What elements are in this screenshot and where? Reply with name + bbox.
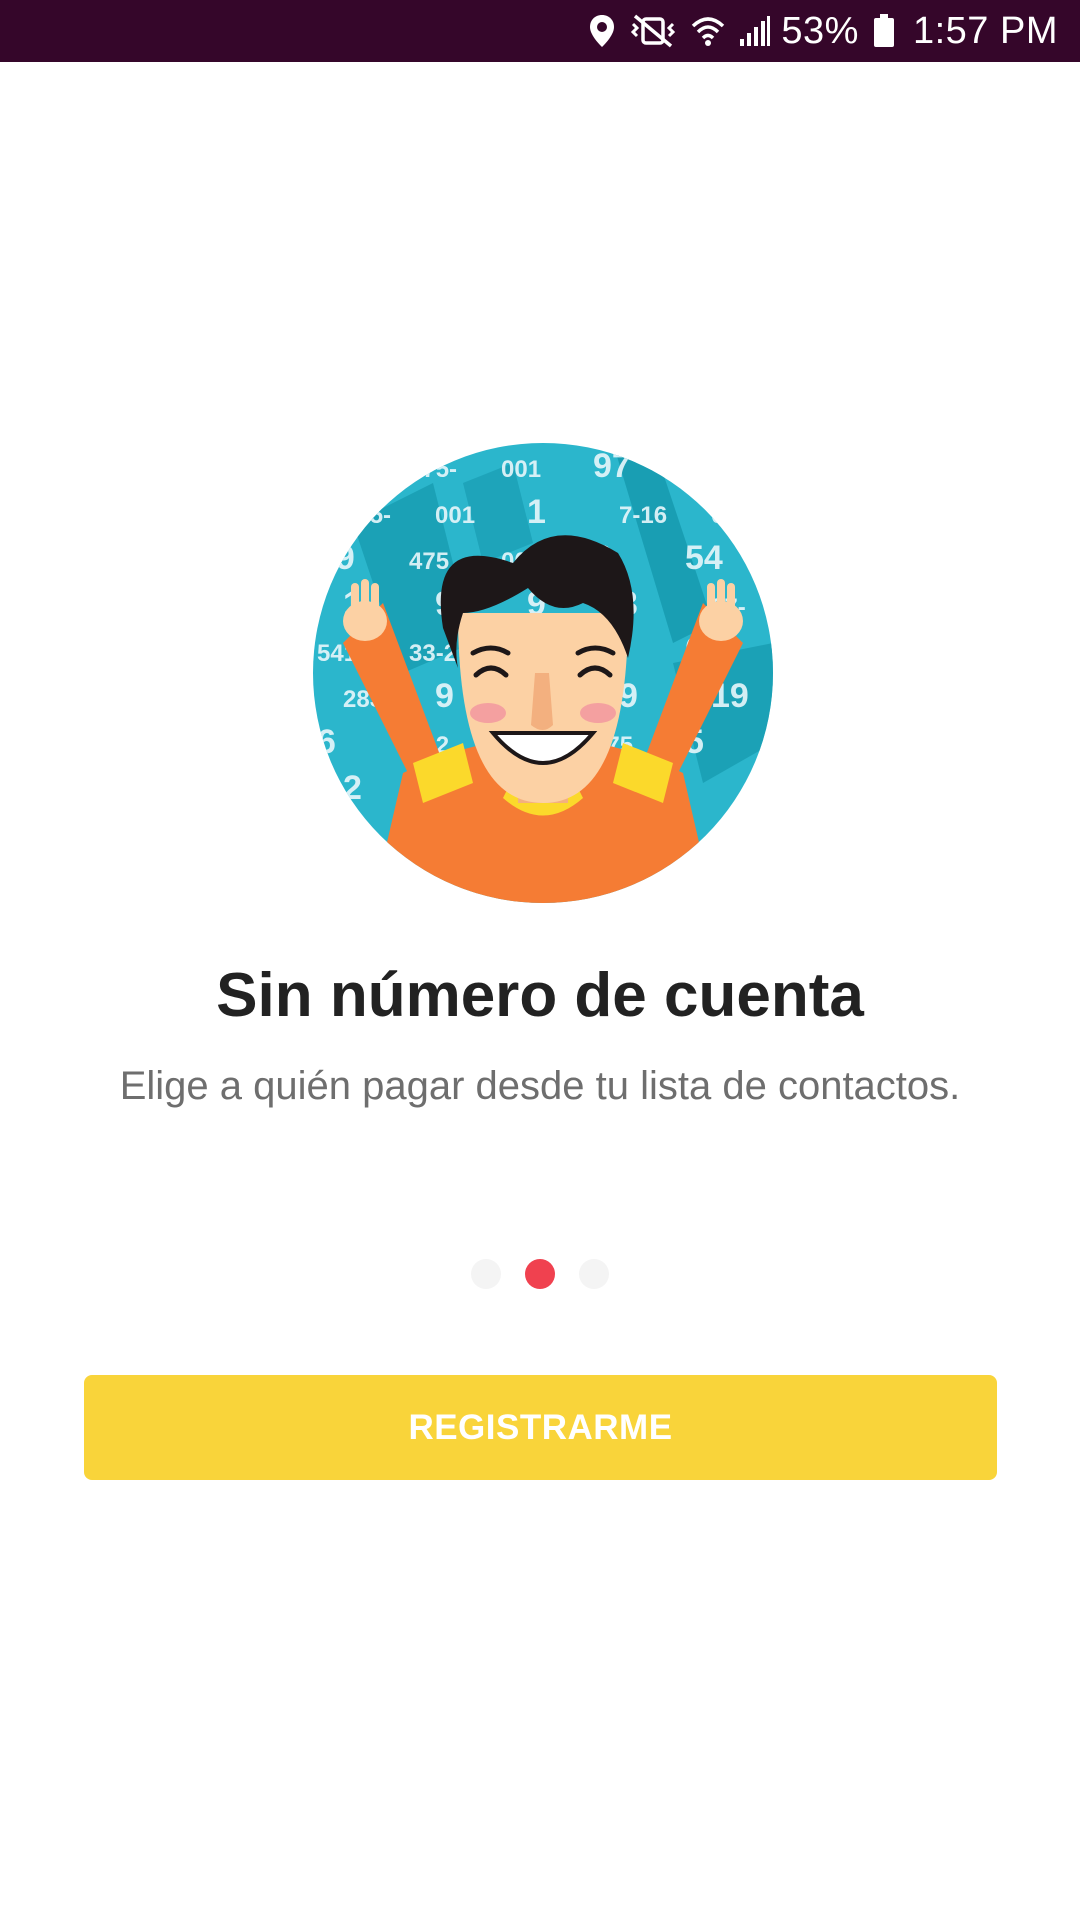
illustration-number: 001 bbox=[435, 502, 475, 529]
pager-indicator[interactable] bbox=[0, 1258, 1080, 1290]
illustration-number: 97 bbox=[593, 447, 631, 485]
register-button[interactable]: REGISTRARME bbox=[84, 1375, 997, 1480]
battery-percent: 53% bbox=[781, 9, 859, 52]
mute-vibrate-icon bbox=[629, 11, 677, 51]
illustration-number: 475- bbox=[343, 502, 391, 529]
illustration-number: 475- bbox=[409, 456, 457, 483]
illustration-number: 0-74 bbox=[711, 502, 760, 529]
location-icon bbox=[589, 11, 615, 51]
battery-icon bbox=[873, 11, 895, 51]
wifi-icon bbox=[691, 11, 725, 51]
onboarding-illustration: 539475-001975475-00117-160-7439475001254… bbox=[313, 443, 773, 903]
illustration-number: 539 bbox=[317, 456, 357, 483]
illustration-number: 54 bbox=[685, 539, 723, 577]
illustration-number: 001 bbox=[501, 456, 541, 483]
illustration-number: 39 bbox=[317, 539, 355, 577]
illustration-number: 9 bbox=[435, 677, 454, 715]
pager-dot[interactable] bbox=[525, 1259, 555, 1289]
illustration-number: 6 bbox=[317, 723, 336, 761]
illustration-number: 1 bbox=[527, 493, 546, 531]
pager-dot[interactable] bbox=[471, 1259, 501, 1289]
cell-signal-icon bbox=[739, 11, 771, 51]
status-bar: 53% 1:57 PM bbox=[0, 0, 1080, 62]
page-title: Sin número de cuenta bbox=[216, 961, 864, 1030]
illustration-number: 2 bbox=[343, 769, 362, 807]
clock: 1:57 PM bbox=[912, 9, 1058, 52]
illustration-number: 475 bbox=[409, 548, 449, 575]
illustration-number: 5 bbox=[685, 447, 704, 485]
page-subtitle: Elige a quién pagar desde tu lista de co… bbox=[119, 1064, 961, 1108]
pager-dot[interactable] bbox=[579, 1259, 609, 1289]
illustration-number: 7-16 bbox=[619, 502, 667, 529]
